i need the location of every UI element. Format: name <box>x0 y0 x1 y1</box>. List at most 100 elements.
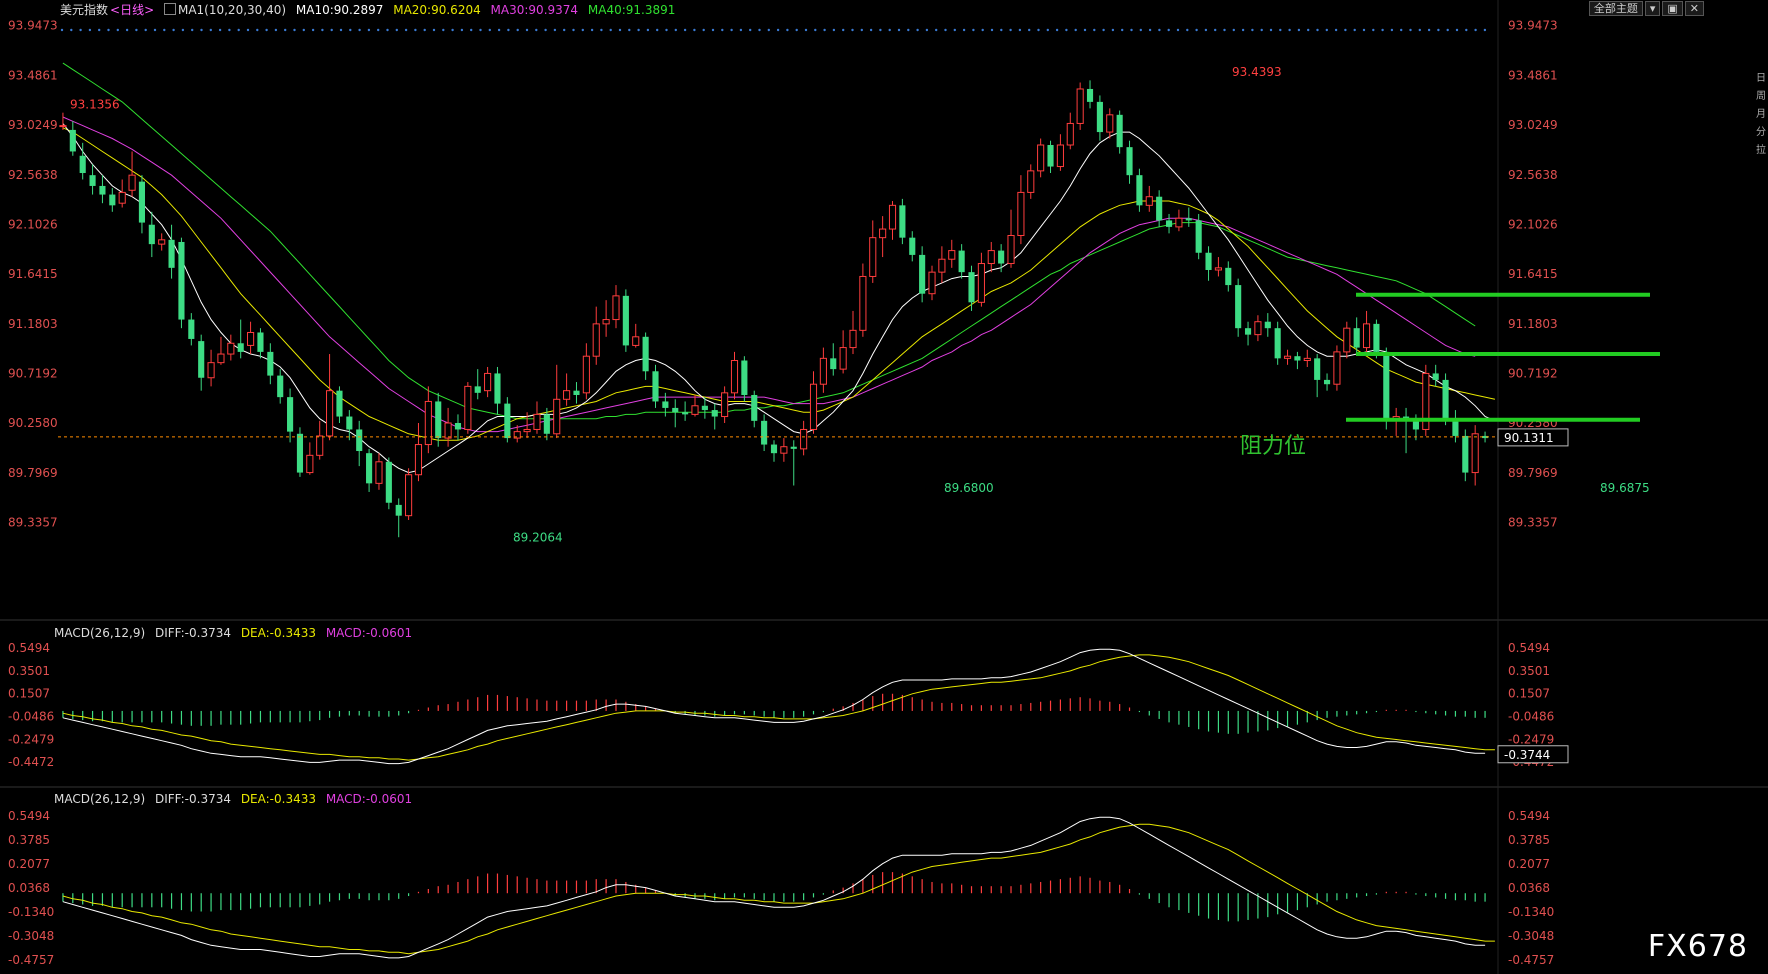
dot-marker <box>1334 28 1338 32</box>
candle-body-up <box>1076 88 1084 124</box>
macd1-macd: MACD:-0.0601 <box>325 626 413 640</box>
dot-marker <box>107 28 110 32</box>
dot-marker <box>1483 28 1487 32</box>
candle-body-down <box>701 405 708 411</box>
candle-body-down <box>899 205 906 238</box>
candle-body-down <box>1235 285 1242 329</box>
macd2-tick-right: -0.1340 <box>1508 905 1554 919</box>
candle-body-up <box>523 428 531 433</box>
dot-marker <box>116 28 120 32</box>
candle-body-up <box>1333 351 1341 385</box>
candle-body-up <box>1037 144 1045 172</box>
dot-marker <box>1093 28 1096 32</box>
restore-button[interactable]: ▣ <box>1662 1 1683 16</box>
dot-marker <box>414 28 417 32</box>
dot-marker <box>479 28 482 32</box>
price-tick-right: 90.7192 <box>1508 367 1558 381</box>
candle-body-up <box>1017 191 1025 237</box>
dot-marker <box>646 28 650 32</box>
side-tab[interactable]: 月 <box>1754 106 1768 124</box>
side-tab[interactable]: 分 <box>1754 124 1768 142</box>
dot-marker <box>274 28 278 32</box>
candle-body-down <box>1373 323 1380 352</box>
dot-marker <box>1223 28 1226 32</box>
dot-marker <box>1418 28 1422 32</box>
candle-body-down <box>1442 379 1449 419</box>
candle-body-down <box>178 241 185 320</box>
macd2-tick-left: 0.5494 <box>8 809 50 823</box>
dot-marker <box>432 28 436 32</box>
dot-marker <box>1102 28 1105 32</box>
minimize-button[interactable]: ▾ <box>1644 1 1661 16</box>
candle-body-down <box>99 185 106 195</box>
candle-body-down <box>1096 101 1103 133</box>
macd1-tick-left: -0.4472 <box>8 755 54 769</box>
macd2-tick-left: -0.3048 <box>8 929 54 943</box>
ma30-value: MA30:90.9374 <box>490 3 579 17</box>
dot-marker <box>153 28 157 32</box>
ma20-value: MA20:90.6204 <box>393 3 481 17</box>
dot-marker <box>702 28 705 32</box>
candle-body-up <box>1145 196 1153 206</box>
candle-body-down <box>958 250 965 273</box>
side-tab[interactable]: 日 <box>1754 70 1768 88</box>
dot-marker <box>200 28 203 32</box>
dot-marker <box>79 28 82 32</box>
candle-body-up <box>632 336 640 346</box>
candle-body-up <box>938 258 946 273</box>
dot-marker <box>1018 28 1022 32</box>
candle-body-down <box>662 401 669 408</box>
dot-marker <box>1316 28 1319 32</box>
dot-marker <box>525 28 529 32</box>
candle-body-down <box>504 403 511 439</box>
dot-marker <box>311 28 315 32</box>
candle-body-up <box>849 329 857 349</box>
price-tick-left: 89.7969 <box>8 466 58 480</box>
dot-marker <box>832 28 836 32</box>
candle-body-down <box>1225 267 1232 286</box>
macd2-tick-left: 0.3785 <box>8 833 50 847</box>
macd2-tick-right: -0.4757 <box>1508 953 1554 967</box>
period-label[interactable]: <日线> <box>110 3 154 17</box>
price-tick-left: 92.1026 <box>8 217 58 231</box>
price-tick-right: 89.3357 <box>1508 516 1558 530</box>
macd-current-label: -0.3744 <box>1504 748 1550 762</box>
side-tab[interactable]: 周 <box>1754 88 1768 106</box>
candle-body-up <box>612 295 620 321</box>
candle-body-down <box>741 360 748 395</box>
close-button[interactable]: ✕ <box>1684 1 1704 16</box>
candle-body-down <box>198 341 205 378</box>
candle-body-down <box>346 416 353 430</box>
window-toolbar: 全部主题 ▾ ▣ ✕ <box>1588 1 1704 16</box>
candle-body-down <box>79 155 86 174</box>
macd1-tick-right: 0.5494 <box>1508 641 1550 655</box>
dot-marker <box>990 28 994 32</box>
chart-header: 美元指数 <日线> MA1(10,20,30,40) MA10:90.2897 M… <box>60 1 681 19</box>
dot-marker <box>795 28 798 32</box>
candle-body-down <box>1323 379 1331 385</box>
candle-body-down <box>1086 88 1094 102</box>
macd2-tick-left: -0.4757 <box>8 953 54 967</box>
macd1-tick-left: -0.0486 <box>8 709 54 723</box>
candle-body-down <box>148 224 155 245</box>
dot-marker <box>125 28 129 32</box>
side-tab[interactable]: 拉 <box>1754 142 1768 160</box>
dot-marker <box>656 28 659 32</box>
candle-body-up <box>800 428 808 450</box>
candle-body-up <box>128 174 136 191</box>
macd2-tick-left: 0.0368 <box>8 881 50 895</box>
dot-marker <box>60 28 64 32</box>
dot-marker <box>1288 28 1291 32</box>
candle-body-down <box>1195 220 1202 253</box>
candle-body-up <box>691 405 699 415</box>
dot-marker <box>907 28 910 32</box>
candle-body-up <box>1303 357 1311 362</box>
dot-marker <box>228 28 231 32</box>
price-tick-right: 92.1026 <box>1508 217 1558 231</box>
theme-button[interactable]: 全部主题 <box>1588 1 1643 16</box>
macd1-tick-right: 0.1507 <box>1508 687 1550 701</box>
dot-marker <box>776 28 780 32</box>
dot-marker <box>758 28 761 32</box>
dot-marker <box>1269 28 1273 32</box>
dot-marker <box>1074 28 1077 32</box>
